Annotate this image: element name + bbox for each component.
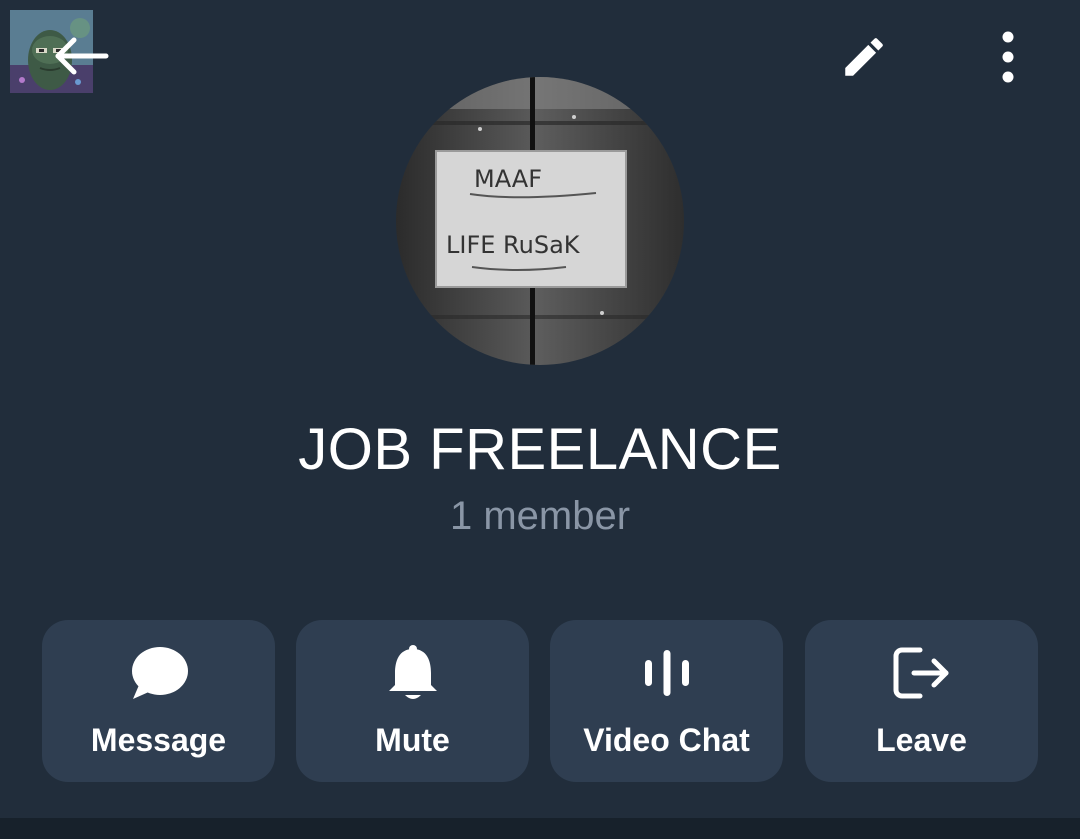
- action-buttons-row: Message Mute Video Chat Leave: [42, 620, 1038, 782]
- leave-button[interactable]: Leave: [805, 620, 1038, 782]
- video-chat-button[interactable]: Video Chat: [550, 620, 783, 782]
- mute-label: Mute: [375, 722, 450, 758]
- group-photo-image: MAAF LIFE RuSaK: [396, 77, 684, 365]
- leave-label: Leave: [876, 722, 967, 758]
- arrow-left-icon: [55, 37, 109, 75]
- pencil-icon: [845, 38, 883, 76]
- photo-text-line2: LIFE RuSaK: [446, 231, 581, 259]
- photo-text-line1: MAAF: [474, 165, 542, 193]
- voice-chat-icon: [550, 640, 783, 706]
- message-button[interactable]: Message: [42, 620, 275, 782]
- back-button[interactable]: [52, 30, 112, 82]
- group-avatar[interactable]: MAAF LIFE RuSaK: [396, 77, 684, 365]
- more-vertical-icon: [1002, 31, 1014, 83]
- group-title: JOB FREELANCE: [298, 417, 782, 482]
- more-options-button[interactable]: [982, 28, 1034, 86]
- mute-button[interactable]: Mute: [296, 620, 529, 782]
- message-label: Message: [90, 722, 227, 758]
- edit-button[interactable]: [832, 28, 896, 86]
- leave-icon: [805, 640, 1038, 706]
- chat-bubble-icon: [42, 640, 275, 706]
- video-chat-label: Video Chat: [583, 722, 750, 758]
- bottom-divider: [0, 818, 1080, 839]
- member-count: 1 member: [449, 494, 631, 538]
- bell-icon: [296, 640, 529, 706]
